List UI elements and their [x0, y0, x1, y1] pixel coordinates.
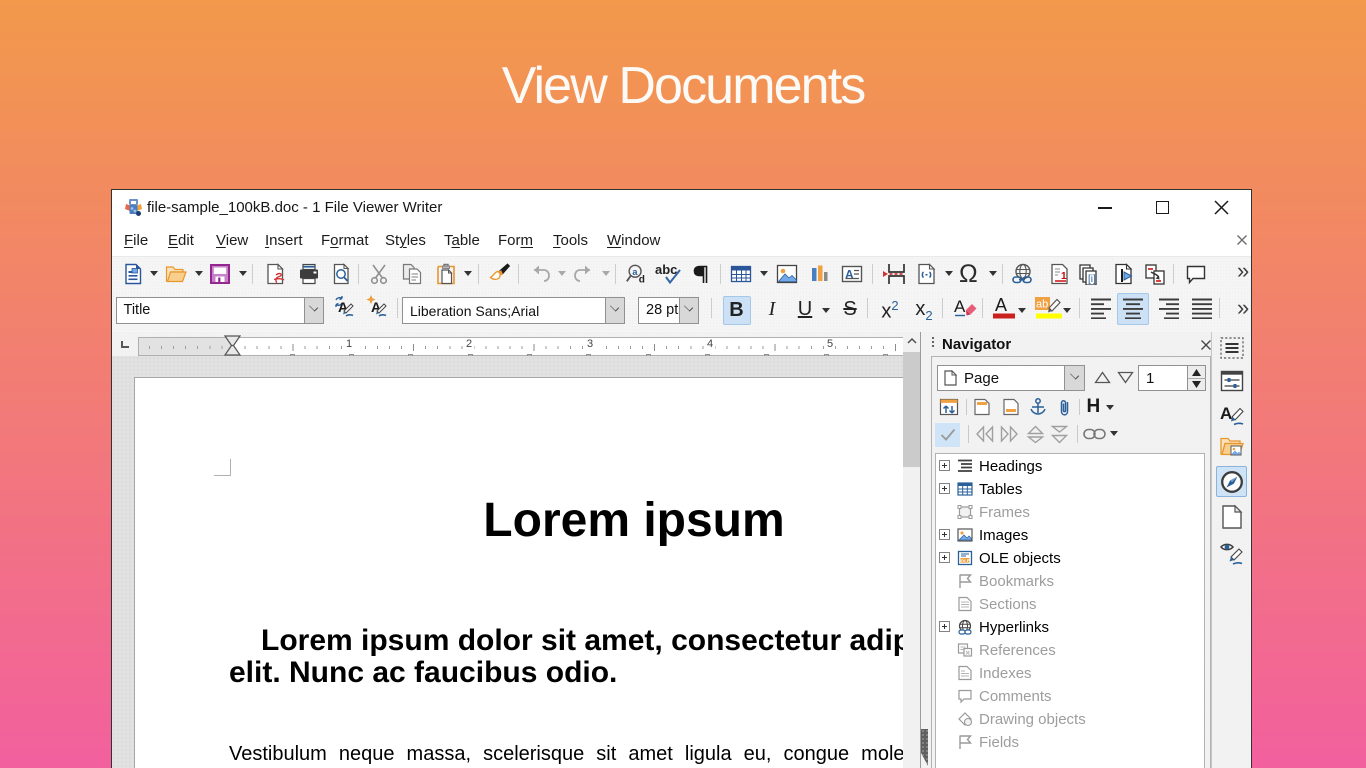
- svg-text:A: A: [845, 268, 854, 282]
- svg-text:A: A: [954, 297, 966, 316]
- svg-text:[i]: [i]: [1088, 274, 1096, 285]
- svg-text:d: d: [639, 274, 645, 285]
- svg-text:ab: ab: [1036, 299, 1048, 311]
- svg-text:abc: abc: [655, 263, 677, 277]
- svg-text:OLE: OLE: [961, 559, 970, 564]
- svg-text:A: A: [1220, 404, 1232, 423]
- svg-text:a: a: [632, 267, 638, 277]
- svg-text:A: A: [995, 295, 1007, 315]
